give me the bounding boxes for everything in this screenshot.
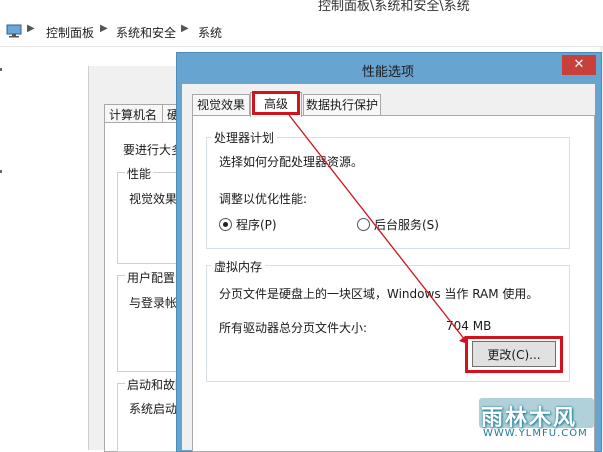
nav-pane-mark bbox=[0, 68, 2, 71]
processor-description: 选择如何分配处理器资源。 bbox=[219, 155, 364, 169]
explorer-titlebar bbox=[0, 0, 603, 14]
breadcrumb-separator: ▶ bbox=[100, 23, 108, 34]
user-profile-group bbox=[117, 275, 178, 372]
close-button[interactable]: ✕ bbox=[562, 55, 596, 75]
virtual-memory-description: 分页文件是硬盘上的一块区域，Windows 当作 RAM 使用。 bbox=[219, 287, 539, 301]
performance-legend: 性能 bbox=[125, 165, 154, 182]
breadcrumb-separator: ▶ bbox=[27, 23, 35, 34]
computer-icon bbox=[6, 24, 22, 38]
button-highlight-box bbox=[465, 336, 563, 373]
watermark-url: WWW.YLMFU.COM bbox=[483, 428, 588, 439]
user-profile-text: 与登录帐 bbox=[129, 296, 178, 310]
startup-text: 系统启动 bbox=[129, 402, 178, 416]
explorer-title: 控制面板\系统和安全\系统 bbox=[318, 0, 470, 14]
dialog-title: 性能选项 bbox=[361, 65, 414, 80]
breadcrumb-system-security[interactable]: 系统和安全 bbox=[116, 24, 176, 41]
programs-radio[interactable] bbox=[219, 218, 232, 231]
breadcrumb-system[interactable]: 系统 bbox=[198, 24, 222, 41]
explorer-nav-pane bbox=[0, 47, 88, 450]
background-services-radio[interactable] bbox=[357, 218, 370, 231]
virtual-memory-legend: 虚拟内存 bbox=[211, 258, 266, 275]
performance-text: 视觉效果 bbox=[129, 192, 178, 206]
breadcrumb-separator: ▶ bbox=[181, 23, 189, 34]
background-services-label[interactable]: 后台服务(S) bbox=[374, 216, 439, 233]
tab-label: 计算机名 bbox=[109, 108, 158, 122]
address-bar-divider bbox=[0, 46, 603, 47]
tab-visual-effects[interactable]: 视觉效果 bbox=[192, 94, 250, 115]
startup-group bbox=[117, 383, 178, 452]
performance-group bbox=[117, 172, 178, 264]
close-icon: ✕ bbox=[573, 57, 585, 72]
tab-computer-name[interactable]: 计算机名 bbox=[104, 104, 164, 123]
breadcrumb-control-panel[interactable]: 控制面板 bbox=[46, 24, 94, 41]
user-profile-legend: 用户配置 bbox=[125, 269, 178, 286]
tab-highlight-box bbox=[252, 91, 300, 115]
paging-file-total-label: 所有驱动器总分页文件大小: bbox=[219, 321, 368, 335]
programs-label[interactable]: 程序(P) bbox=[236, 216, 277, 233]
nav-pane-mark bbox=[0, 170, 2, 173]
tab-data-execution-prevention[interactable]: 数据执行保护 bbox=[303, 94, 381, 115]
system-intro-text: 要进行大多 bbox=[123, 143, 184, 157]
paging-file-total-value: 704 MB bbox=[446, 319, 492, 333]
processor-scheduling-legend: 处理器计划 bbox=[211, 129, 278, 146]
adjust-label: 调整以优化性能: bbox=[219, 192, 308, 206]
